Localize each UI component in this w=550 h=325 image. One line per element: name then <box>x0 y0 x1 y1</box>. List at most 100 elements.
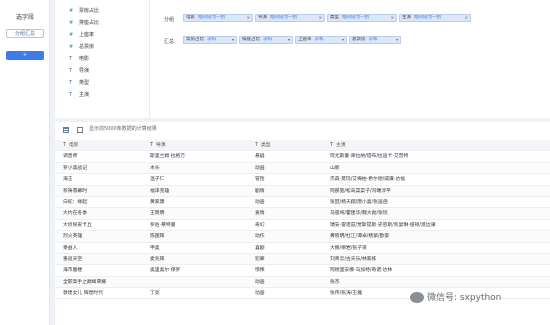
chevron-down-icon[interactable]: ▾ <box>342 37 344 43</box>
column-header[interactable]: T 主演 <box>330 140 545 151</box>
table-cell: 悬疑 <box>255 154 265 160</box>
table-cell: 刘青云/古天乐/林家栋 <box>330 256 377 262</box>
table-cell: 大侦探皮卡丘 <box>63 222 92 228</box>
field-item[interactable]: T 电影 <box>69 55 89 64</box>
table-cell: 动画 <box>255 279 265 285</box>
field-item[interactable]: # 票房占比 <box>69 7 99 16</box>
group-summary-button[interactable]: 分组汇总 <box>6 29 44 38</box>
table-cell: 动作 <box>255 234 265 240</box>
table-cell: 调音师 <box>63 154 78 160</box>
summary-chip-seat-share[interactable]: 排座占比 求和 ▾ <box>239 36 293 44</box>
table-cell: 麦兆辉 <box>150 256 165 262</box>
field-label: 票房占比 <box>79 8 100 14</box>
table-cell: 海王 <box>63 177 73 183</box>
config-panel: 分组 电影 相同值为一组 ✕ 导演 相同值为一组 ✕ 类型 相同值为一组 ✕ 主演 相同值为一… <box>150 0 550 118</box>
table-cell: 丁亮 <box>150 291 160 297</box>
column-header[interactable]: T 类型 <box>255 140 330 151</box>
text-type-icon: T <box>69 80 73 86</box>
table-cell: 动画 <box>255 165 265 171</box>
table-cell: 海市蜃楼 <box>63 268 83 274</box>
table-cell: 马思纯/霍建华/魏大勋/张瑶 <box>330 211 388 217</box>
chart-view-icon[interactable] <box>77 127 83 133</box>
chevron-down-icon[interactable]: ▾ <box>288 37 290 43</box>
table-row[interactable]: 大侦探皮卡丘 罗伯·莱特曼 奇幻 瑞安·雷诺兹/贾斯提斯·史密斯/凯瑟琳·纽顿/渡边谦 <box>55 220 550 232</box>
table-row[interactable]: 祈祷落幕时 福泽克雄 剧情 阿部宽/松岛菜菜子/沟端淳平 <box>55 185 550 197</box>
group-chip-movie[interactable]: 电影 相同值为一组 ✕ <box>183 14 253 22</box>
close-icon[interactable]: ✕ <box>319 15 322 21</box>
table-cell: 动画 <box>255 291 265 297</box>
table-row[interactable]: 罗小黑战记 木头 动画 山新 <box>55 162 550 175</box>
summary-chip-box-office-share[interactable]: 票房占比 求和 ▾ <box>183 36 237 44</box>
table-cell: 阿尤斯曼·库拉纳/塔布/拉迪卡·艾普特 <box>330 154 409 160</box>
chevron-down-icon[interactable]: ▾ <box>232 37 234 43</box>
table-cell: 罗伯·莱特曼 <box>150 222 176 228</box>
text-type-icon: T <box>69 56 73 62</box>
table-cell: 祈祷落幕时 <box>63 188 87 194</box>
chevron-down-icon[interactable]: ▾ <box>396 37 398 43</box>
table-cell: 张喆/杨天翔/唐小喜/张遥函 <box>330 199 388 205</box>
group-chip-director[interactable]: 导演 相同值为一组 ✕ <box>255 14 325 22</box>
field-item[interactable]: # 上座率 <box>69 31 94 40</box>
number-type-icon: # <box>69 32 74 38</box>
table-body: 调音师 斯里兰姆·拉格万 悬疑 阿尤斯曼·库拉纳/塔布/拉迪卡·艾普特 罗小黑战记 木头动… <box>55 151 550 300</box>
table-row[interactable]: 大约在冬季 王晓明 爱情 马思纯/霍建华/魏大勋/张瑶 <box>55 208 550 220</box>
table-cell: 罗小黑战记 <box>63 165 87 171</box>
table-row[interactable]: 重返天空 麦兆辉 犯罪 刘青云/古天乐/林家栋 <box>55 253 550 266</box>
column-header[interactable]: T 电影 <box>63 140 148 151</box>
field-item[interactable]: T 导演 <box>69 67 89 76</box>
table-cell: 喜剧 <box>255 245 265 251</box>
table-row[interactable]: 海王 温子仁 冒险 杰森·莫玛/艾梅柏·希尔德/威廉·达福 <box>55 174 550 186</box>
wechat-icon <box>410 292 424 303</box>
table-cell: 黄家康 <box>150 199 165 205</box>
summary-chip-total-box-office[interactable]: 总票房 求和 ▾ <box>349 36 401 44</box>
result-notice: 显示前5000条数据的计算结果 <box>89 126 157 132</box>
field-label: 上座率 <box>79 32 95 38</box>
table-cell: 烈火英雄 <box>63 234 83 240</box>
table-cell: 全职高手之巅峰荣耀 <box>63 279 107 285</box>
field-item[interactable]: # 排座占比 <box>69 19 99 28</box>
table-cell: 阿部宽/松岛菜菜子/沟端淳平 <box>330 188 391 194</box>
table-cell: 黄晓明/杜江/谭卓/杨紫/欧豪 <box>330 234 390 240</box>
table-row[interactable]: 烈火英雄 陈国辉 动作 黄晓明/杜江/谭卓/杨紫/欧豪 <box>55 231 550 243</box>
field-item[interactable]: T 类型 <box>69 79 89 88</box>
table-row[interactable]: 海市蜃楼 奥里奥尔·保罗 惊悚 阿德里安娜·乌加特/奇诺·达林 <box>55 265 550 277</box>
table-cell: 犯罪 <box>255 256 265 262</box>
number-type-icon: # <box>69 8 74 14</box>
close-icon[interactable]: ✕ <box>247 15 250 21</box>
close-icon[interactable]: ✕ <box>391 15 394 21</box>
watermark: 微信号: sxpython <box>410 290 501 306</box>
table-row[interactable]: 受益人 申奥 喜剧 大鹏/柳岩/张子贤 <box>55 243 550 254</box>
column-header[interactable]: T 导演 <box>150 140 255 151</box>
table-cell: 重返天空 <box>63 256 83 262</box>
field-item[interactable]: T 主演 <box>69 91 89 100</box>
add-button[interactable]: + <box>6 51 44 60</box>
field-label: 主演 <box>79 92 90 98</box>
table-cell: 申奥 <box>150 245 160 251</box>
table-cell: 瑞安·雷诺兹/贾斯提斯·史密斯/凯瑟琳·纽顿/渡边谦 <box>330 222 436 228</box>
table-view-icon[interactable] <box>63 127 69 133</box>
group-chip-genre[interactable]: 类型 相同值为一组 ✕ <box>327 14 397 22</box>
table-cell: 王晓明 <box>150 211 165 217</box>
number-type-icon: # <box>69 44 74 50</box>
table-cell: 张杰 <box>330 279 340 285</box>
table-cell: 大约在冬季 <box>63 211 87 217</box>
table-cell: 奥里奥尔·保罗 <box>150 268 181 274</box>
table-row[interactable]: 全职高手之巅峰荣耀 动画 张杰 <box>55 276 550 289</box>
field-label: 导演 <box>79 68 90 74</box>
table-row[interactable]: 白蛇：缘起 黄家康 动画 张喆/杨天翔/唐小喜/张遥函 <box>55 197 550 209</box>
app-window: 选字段 分组汇总 + # 票房占比 # 排座占比 # 上座率 # 总票房 T 电影 T 导演… <box>0 0 550 325</box>
field-label: 电影 <box>79 56 90 62</box>
field-item[interactable]: # 总票房 <box>69 43 94 52</box>
table-cell: 陈国辉 <box>150 234 165 240</box>
table-row[interactable]: 调音师 斯里兰姆·拉格万 悬疑 阿尤斯曼·库拉纳/塔布/拉迪卡·艾普特 <box>55 151 550 163</box>
group-chip-actor[interactable]: 主演 相同值为一组 ✕ <box>399 14 471 22</box>
number-type-icon: # <box>69 20 74 26</box>
left-panel: 选字段 分组汇总 + <box>0 0 50 325</box>
table-toolbar: 显示前5000条数据的计算结果 <box>55 122 550 136</box>
table-cell: 动画 <box>255 199 265 205</box>
table-cell: 爱情 <box>255 211 265 217</box>
table-header: T 电影 T 导演 T 类型 T 主演 <box>55 140 550 152</box>
close-icon[interactable]: ✕ <box>465 15 468 21</box>
summary-chip-occupancy[interactable]: 上座率 求和 ▾ <box>295 36 347 44</box>
field-label: 排座占比 <box>79 20 100 26</box>
